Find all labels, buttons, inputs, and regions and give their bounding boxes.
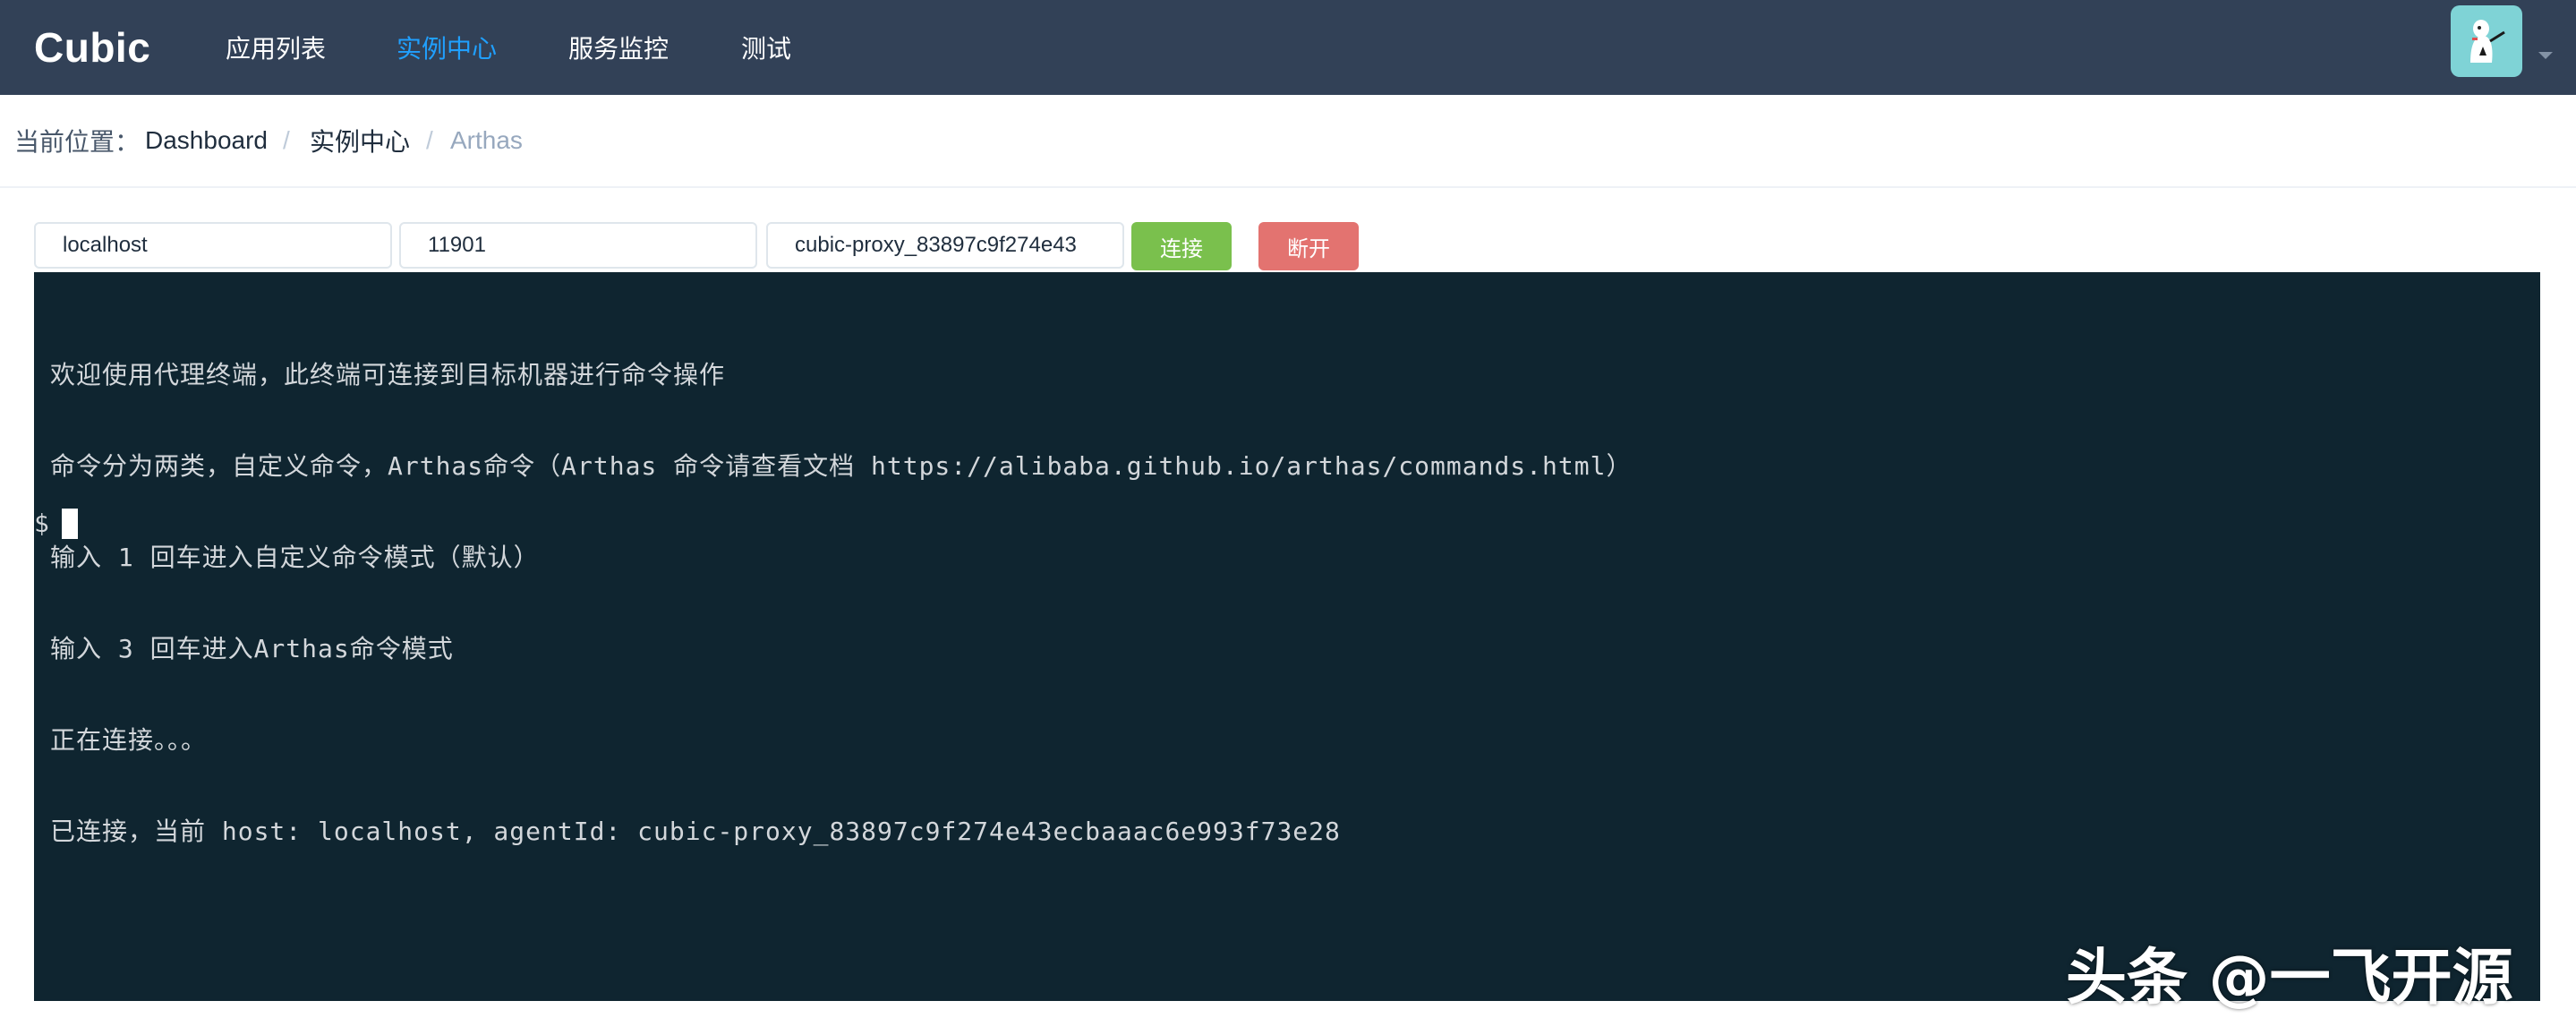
agent-id-input[interactable]: [766, 222, 1124, 269]
breadcrumb: 当前位置： Dashboard / 实例中心 / Arthas: [0, 95, 2576, 188]
terminal-line: 欢迎使用代理终端，此终端可连接到目标机器进行命令操作: [50, 360, 726, 389]
connect-button[interactable]: 连接: [1131, 222, 1232, 270]
terminal-line: 输入 1 回车进入自定义命令模式（默认）: [50, 543, 540, 572]
nav-item-test[interactable]: 测试: [741, 0, 791, 95]
terminal-line: 输入 3 回车进入Arthas命令模式: [50, 634, 454, 663]
breadcrumb-item-dashboard[interactable]: Dashboard: [145, 126, 268, 155]
host-input[interactable]: [34, 222, 392, 269]
terminal-line: 命令分为两类，自定义命令，Arthas命令（Arthas 命令请查看文档 htt…: [50, 451, 1633, 481]
breadcrumb-prefix: 当前位置：: [14, 128, 141, 156]
caret-down-icon[interactable]: [2538, 52, 2553, 59]
nav-item-app-list[interactable]: 应用列表: [226, 0, 326, 95]
terminal-cursor: [61, 509, 78, 539]
disconnect-button[interactable]: 断开: [1258, 222, 1359, 270]
user-avatar-icon[interactable]: [2451, 5, 2522, 77]
top-navbar: Cubic 应用列表 实例中心 服务监控 测试: [0, 0, 2576, 95]
port-input[interactable]: [399, 222, 757, 269]
terminal-line: 已连接，当前 host: localhost, agentId: cubic-p…: [50, 817, 1341, 846]
breadcrumb-item-instance-center[interactable]: 实例中心: [310, 123, 410, 158]
breadcrumb-current: Arthas: [450, 126, 523, 154]
brand-logo[interactable]: Cubic: [34, 0, 150, 95]
breadcrumb-separator: /: [283, 126, 290, 154]
terminal-prompt-line[interactable]: $: [34, 509, 78, 539]
breadcrumb-separator: /: [426, 126, 433, 154]
watermark: 头条 @一飞开源: [2066, 943, 2513, 1014]
terminal-line: 正在连接。。。: [50, 725, 208, 755]
terminal-output: 欢迎使用代理终端，此终端可连接到目标机器进行命令操作 命令分为两类，自定义命令，…: [50, 299, 1632, 908]
nav-item-service-monitor[interactable]: 服务监控: [568, 0, 669, 95]
nav-item-instance-center[interactable]: 实例中心: [397, 0, 497, 95]
avatar-figure-icon: [2470, 20, 2505, 63]
terminal-prompt: $: [34, 509, 49, 538]
terminal-console[interactable]: 欢迎使用代理终端，此终端可连接到目标机器进行命令操作 命令分为两类，自定义命令，…: [34, 272, 2540, 1001]
